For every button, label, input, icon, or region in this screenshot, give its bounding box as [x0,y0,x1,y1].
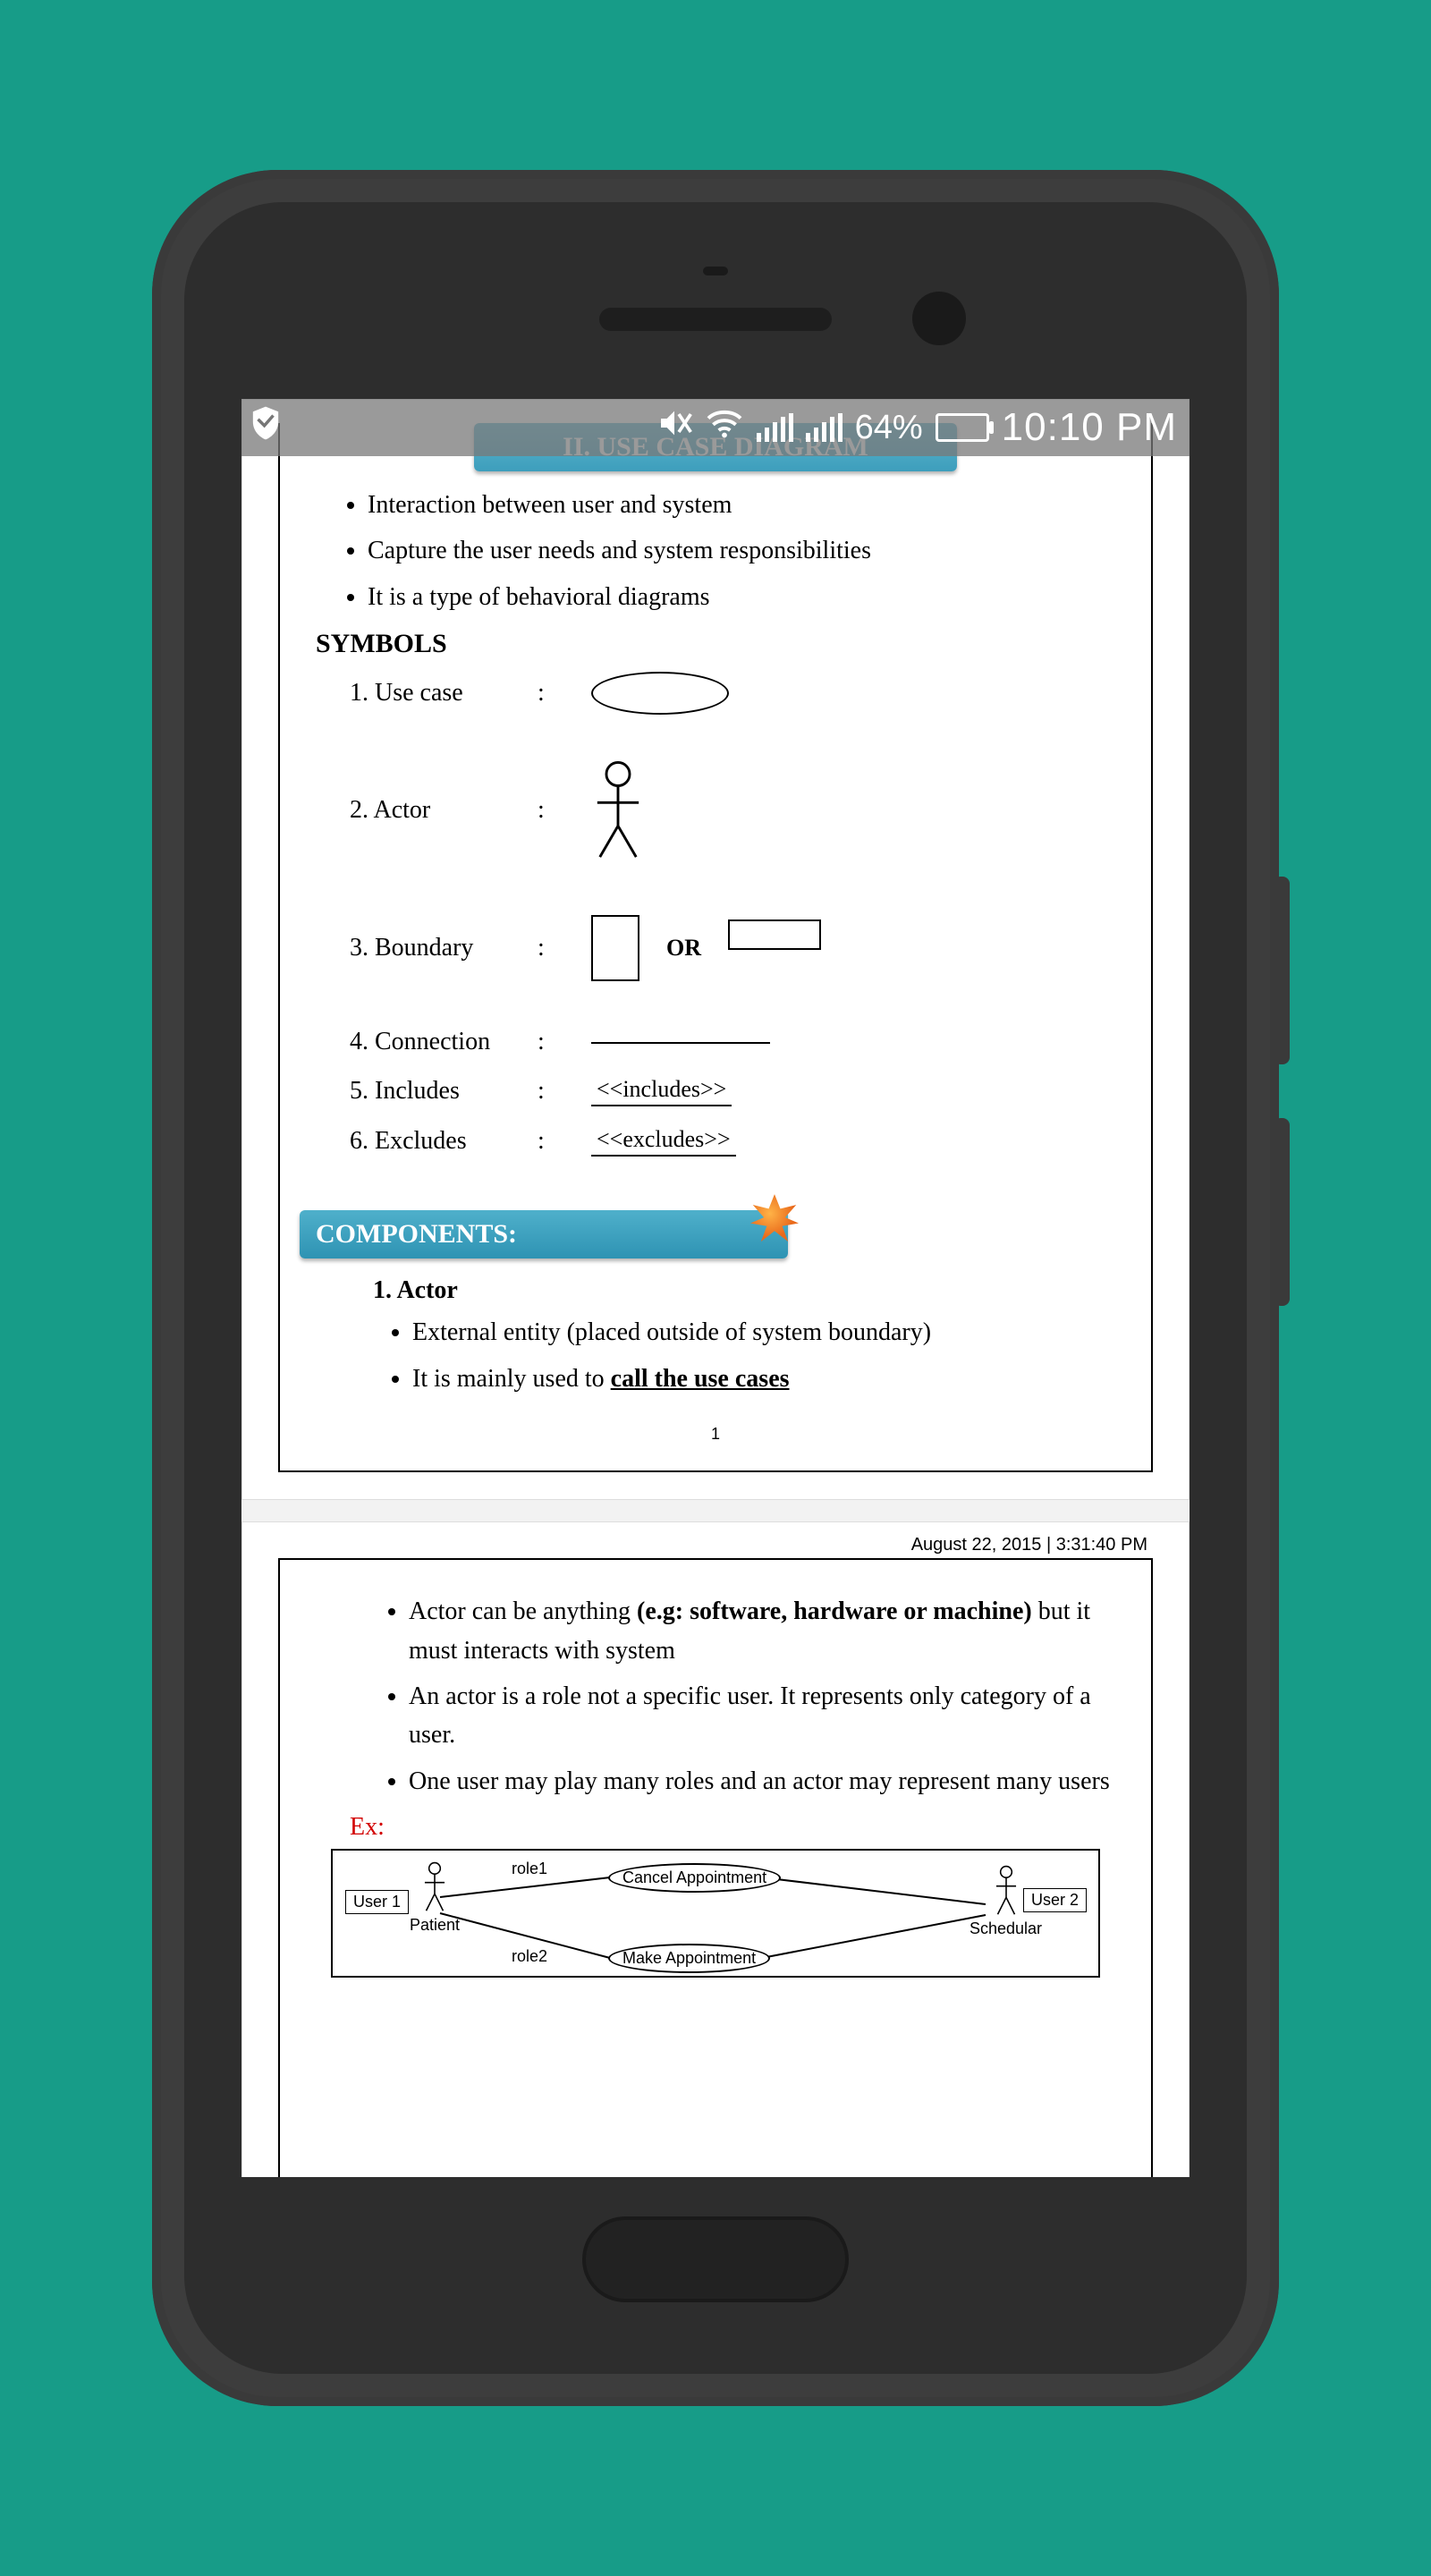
rectangle-icon [728,919,821,950]
proximity-sensor [703,267,728,275]
intro-bullets: Interaction between user and system Capt… [368,486,1121,616]
volume-button[interactable] [1274,877,1290,1064]
home-button[interactable] [582,2216,849,2302]
phone-frame: 64% 10:10 PM II. USE CASE DIAGRAM [152,170,1279,2406]
list-item: An actor is a role not a specific user. … [409,1677,1121,1755]
excludes-label: <<excludes>> [591,1126,736,1157]
list-item: Interaction between user and system [368,486,1121,524]
status-bar: 64% 10:10 PM [241,399,1190,456]
list-item: It is a type of behavioral diagrams [368,578,1121,616]
user-box: User 2 [1023,1888,1087,1912]
document-page: August 22, 2015 | 3:31:40 PM Actor can b… [241,1521,1190,2177]
shield-icon [250,405,281,450]
list-item: 5. Includes : <<includes>> [350,1076,1121,1106]
actor-bullets: Actor can be anything (e.g: software, ha… [409,1592,1121,1801]
list-item: 4. Connection : [350,1028,1121,1056]
example-label: Ex: [350,1813,1121,1842]
signal-bars-1-icon [757,413,793,442]
battery-percent: 64% [855,409,923,447]
list-item: External entity (placed outside of syste… [412,1314,1121,1352]
earpiece-speaker [599,308,832,331]
role-label: role1 [512,1860,547,1878]
line-icon [591,1040,770,1044]
battery-icon [936,413,989,442]
document-page: II. USE CASE DIAGRAM Interaction between… [241,399,1190,1500]
list-item: Capture the user needs and system respon… [368,531,1121,570]
clock-time: 10:10 PM [1002,405,1177,450]
page-number: 1 [310,1425,1121,1444]
role-label: role2 [512,1947,547,1966]
symbols-list: 1. Use case : 2. Actor : [350,672,1121,1157]
screen[interactable]: 64% 10:10 PM II. USE CASE DIAGRAM [241,399,1190,2177]
uml-diagram: User 1 Patient role1 role2 Cancel Appoin… [331,1849,1100,1978]
includes-label: <<includes>> [591,1076,732,1106]
usecase-ellipse: Cancel Appointment [608,1863,781,1893]
list-item: It is mainly used to call the use cases [412,1360,1121,1398]
symbols-heading: SYMBOLS [316,629,1121,659]
wifi-icon [705,407,744,448]
front-camera [912,292,966,345]
rectangle-icon [591,915,639,981]
components-list: 1. Actor External entity (placed outside… [373,1276,1121,1398]
page-timestamp: August 22, 2015 | 3:31:40 PM [911,1535,1147,1555]
list-item: 1. Use case : [350,672,1121,715]
list-item: 6. Excludes : <<excludes>> [350,1126,1121,1157]
usecase-ellipse: Make Appointment [608,1944,770,1973]
stick-figure-icon [591,761,645,860]
starburst-icon [750,1194,799,1242]
phone-bezel: 64% 10:10 PM II. USE CASE DIAGRAM [184,202,1247,2374]
list-item: 2. Actor : [350,761,1121,860]
ellipse-icon [591,672,729,715]
user-box: User 1 [345,1890,409,1914]
mute-icon [656,405,692,450]
list-item: One user may play many roles and an acto… [409,1762,1121,1801]
component-title: 1. Actor [373,1276,1121,1305]
power-button[interactable] [1274,1118,1290,1306]
stick-figure-icon: Patient [410,1861,460,1935]
document-viewport[interactable]: II. USE CASE DIAGRAM Interaction between… [241,399,1190,2177]
components-heading: COMPONENTS: [300,1210,788,1258]
list-item: Actor can be anything (e.g: software, ha… [409,1592,1121,1670]
signal-bars-2-icon [806,413,843,442]
list-item: 3. Boundary : OR [350,915,1121,981]
